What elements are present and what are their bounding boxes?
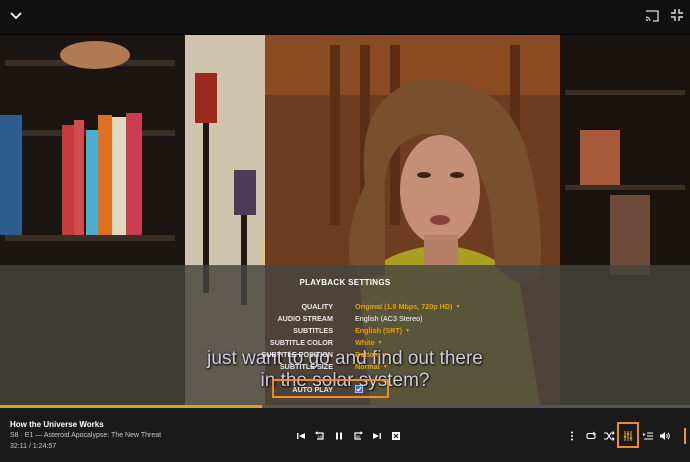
volume-level-bar[interactable] [684,428,686,444]
setting-label-quality: QUALITY [301,302,333,311]
audio-stream-value[interactable]: English (AC3 Stereo) [355,314,423,323]
skip-previous-button[interactable] [295,430,307,442]
caret-down-icon: ▼ [455,304,461,310]
subtitle-position-dropdown[interactable]: Bottom ▼ [355,350,388,359]
exit-fullscreen-icon[interactable] [670,8,684,22]
skip-next-icon [373,433,381,439]
volume-button[interactable] [659,430,671,442]
setting-row-subtitle-size: SUBTITLE SIZE Normal ▼ [0,362,690,374]
pause-button[interactable] [333,430,345,442]
quality-dropdown[interactable]: Original (1.9 Mbps, 720p HD) ▼ [355,302,460,311]
caret-down-icon: ▼ [405,328,411,334]
setting-row-subtitles: SUBTITLES English (SRT) ▼ [0,326,690,338]
setting-row-subtitle-position: SUBTITLE POSITION Bottom ▼ [0,350,690,362]
more-button[interactable] [566,430,578,442]
volume-icon [660,432,670,440]
setting-label-audio-stream: AUDIO STREAM [277,314,333,323]
more-vertical-icon [571,431,573,441]
setting-label-subtitles: SUBTITLES [293,326,333,335]
setting-label-subtitle-position: SUBTITLE POSITION [261,350,333,359]
skip-previous-icon [297,433,305,439]
subtitle-color-value: White [355,338,375,347]
caret-down-icon: ▼ [383,352,389,358]
bottom-control-bar: How the Universe Works S8 · E1 — Asteroi… [0,408,690,462]
caret-down-icon: ▼ [382,364,388,370]
setting-row-audio-stream: AUDIO STREAM English (AC3 Stereo) [0,314,690,326]
now-playing-episode[interactable]: S8 · E1 — Asteroid Apocalypse: The New T… [10,432,161,439]
subtitle-color-dropdown[interactable]: White ▼ [355,338,383,347]
subtitles-dropdown[interactable]: English (SRT) ▼ [355,326,410,335]
shuffle-button[interactable] [603,430,615,442]
quality-value: Original (1.9 Mbps, 720p HD) [355,302,453,311]
chevron-down-icon[interactable] [8,8,24,24]
setting-row-subtitle-color: SUBTITLE COLOR White ▼ [0,338,690,350]
setting-label-subtitle-color: SUBTITLE COLOR [269,338,333,347]
caret-down-icon: ▼ [377,340,383,346]
playback-settings-title: PLAYBACK SETTINGS [299,278,391,287]
repeat-button[interactable] [585,430,597,442]
stop-button[interactable] [390,430,402,442]
forward-30-icon: 30 [354,431,363,440]
playlist-icon [643,432,653,440]
subtitles-value: English (SRT) [355,326,403,335]
now-playing-title[interactable]: How the Universe Works [10,420,104,429]
subtitle-size-value: Normal [355,362,380,371]
setting-label-subtitle-size: SUBTITLE SIZE [279,362,333,371]
setting-row-quality: QUALITY Original (1.9 Mbps, 720p HD) ▼ [0,302,690,314]
auto-play-highlight [272,379,389,398]
subtitle-position-value: Bottom [355,350,381,359]
now-playing-time: 32:11 / 1:24:57 [10,443,57,450]
pause-icon [336,432,342,440]
skip-next-button[interactable] [371,430,383,442]
playback-settings-highlight [617,422,639,448]
stop-icon [392,432,400,440]
subtitle-size-dropdown[interactable]: Normal ▼ [355,362,388,371]
shuffle-icon [604,431,615,441]
replay-10-icon: 10 [315,431,324,440]
playlist-button[interactable] [642,430,654,442]
repeat-icon [586,431,596,440]
svg-text:30: 30 [356,434,361,439]
top-bar [0,0,690,34]
cast-icon[interactable] [644,9,660,23]
svg-text:10: 10 [318,434,323,439]
forward-button[interactable]: 30 [352,430,364,442]
rewind-button[interactable]: 10 [314,430,326,442]
